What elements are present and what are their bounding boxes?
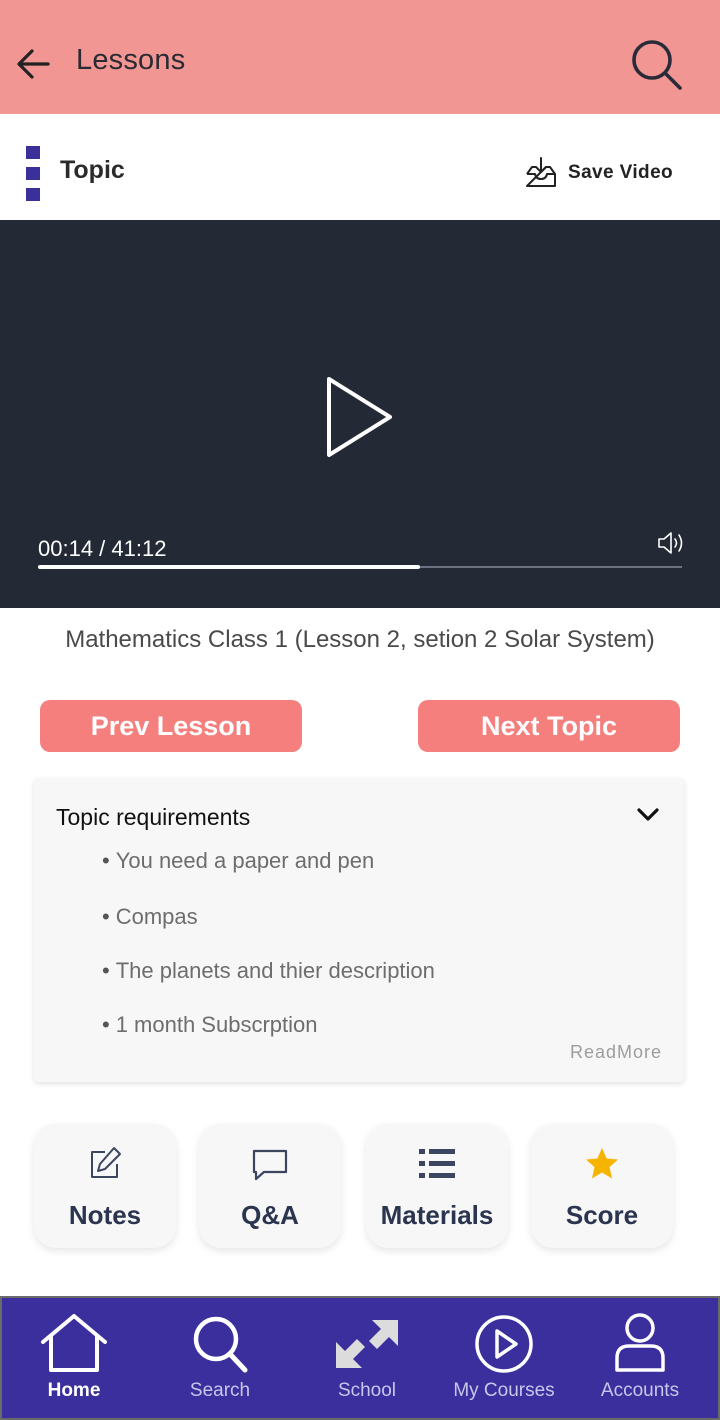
topic-menu-icon[interactable] — [26, 146, 40, 202]
star-icon — [586, 1148, 618, 1179]
download-tray-icon — [526, 157, 556, 187]
qa-card[interactable]: Q&A — [199, 1124, 341, 1248]
search-icon — [193, 1316, 248, 1373]
play-circle-icon — [475, 1315, 533, 1373]
materials-card[interactable]: Materials — [366, 1124, 508, 1248]
nav-label: Search — [189, 1380, 251, 1401]
next-topic-button[interactable]: Next Topic — [418, 700, 680, 752]
bottom-nav: Home Search School My Courses Accounts — [0, 1296, 720, 1420]
score-card[interactable]: Score — [531, 1124, 673, 1248]
play-icon[interactable] — [322, 374, 396, 460]
card-label: Materials — [380, 1200, 494, 1230]
card-label: Notes — [68, 1200, 142, 1230]
nav-label: Accounts — [600, 1380, 680, 1401]
chat-icon — [252, 1149, 288, 1181]
card-label: Score — [565, 1200, 639, 1230]
nav-item-school[interactable]: School — [297, 1298, 437, 1418]
chevron-down-icon[interactable] — [636, 806, 660, 824]
back-arrow-icon[interactable] — [14, 44, 54, 84]
save-video-button[interactable]: Save Video — [524, 156, 673, 190]
requirement-item: The planets and thier description — [102, 958, 435, 984]
nav-item-home[interactable]: Home — [4, 1298, 144, 1418]
nav-item-my-courses[interactable]: My Courses — [434, 1298, 574, 1418]
card-label: Q&A — [241, 1200, 299, 1230]
topic-bar: Topic Save Video — [0, 114, 720, 220]
prev-lesson-button[interactable]: Prev Lesson — [40, 700, 302, 752]
video-time: 00:14 / 41:12 — [38, 536, 167, 561]
nav-item-search[interactable]: Search — [150, 1298, 290, 1418]
save-video-label: Save Video — [568, 162, 674, 183]
nav-label: My Courses — [453, 1380, 555, 1401]
notes-card[interactable]: Notes — [34, 1124, 176, 1248]
page-title: Lessons — [76, 44, 186, 76]
edit-icon — [91, 1147, 121, 1178]
home-icon — [41, 1314, 107, 1372]
requirement-item: Compas — [102, 904, 198, 930]
user-icon — [615, 1313, 665, 1372]
nav-item-accounts[interactable]: Accounts — [570, 1298, 710, 1418]
list-icon — [419, 1149, 455, 1178]
nav-label: Home — [47, 1380, 101, 1401]
nav-label: School — [337, 1380, 397, 1401]
requirement-item: You need a paper and pen — [102, 848, 375, 874]
video-title: Mathematics Class 1 (Lesson 2, setion 2 … — [65, 626, 655, 653]
read-more-link[interactable]: ReadMore — [570, 1042, 662, 1063]
requirements-title: Topic requirements — [56, 804, 251, 830]
search-icon[interactable] — [628, 36, 684, 92]
volume-icon[interactable] — [656, 530, 686, 556]
expand-arrows-icon — [336, 1320, 398, 1368]
topic-requirements-panel: Topic requirements You need a paper and … — [34, 778, 684, 1082]
topic-title: Topic — [60, 156, 125, 184]
requirement-item: 1 month Subscrption — [102, 1012, 318, 1038]
app-header: Lessons — [0, 0, 720, 114]
video-player[interactable]: 00:14 / 41:12 — [0, 220, 720, 608]
progress-fill — [38, 565, 420, 569]
